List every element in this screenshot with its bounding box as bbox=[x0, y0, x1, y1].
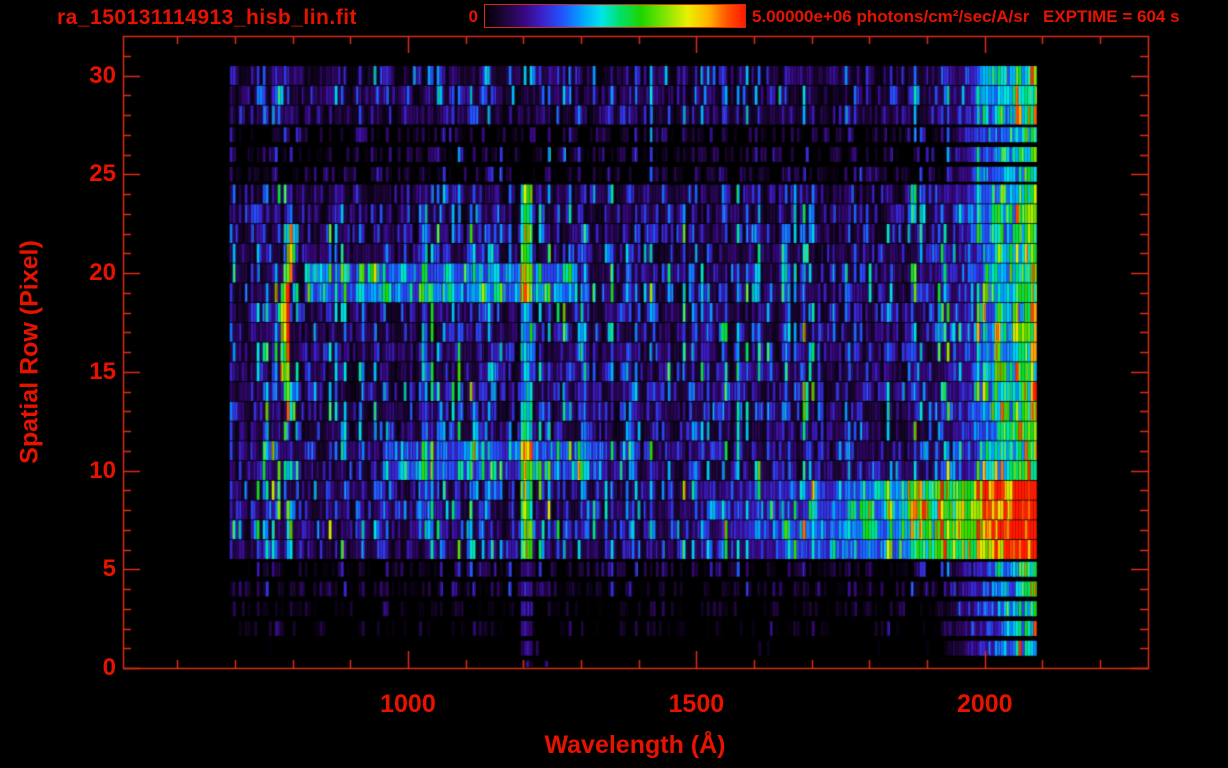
y-tick-label: 20 bbox=[89, 259, 116, 286]
y-tick-label: 15 bbox=[89, 357, 116, 385]
y-tick-label: 5 bbox=[102, 555, 116, 583]
x-tick-label: 1500 bbox=[668, 690, 725, 718]
y-axis-title: Spatial Row (Pixel) bbox=[15, 240, 44, 464]
y-tick-label: 0 bbox=[102, 654, 116, 681]
colorbar-gradient bbox=[484, 4, 746, 28]
x-axis-title: Wavelength (Å) bbox=[544, 731, 726, 759]
y-tick-label: 30 bbox=[89, 61, 116, 89]
x-tick-label: 1000 bbox=[380, 690, 436, 718]
spectrogram-plot-canvas bbox=[0, 0, 1228, 768]
y-tick-label: 25 bbox=[89, 160, 116, 188]
spectrogram-window: ra_150131114913_hisb_lin.fit 0 5.00000e+… bbox=[0, 0, 1228, 768]
file-title: ra_150131114913_hisb_lin.fit bbox=[57, 6, 358, 29]
colorbar-max-label: 5.00000e+06 photons/cm²/sec/A/sr bbox=[752, 7, 1030, 26]
colorbar-min-label: 0 bbox=[468, 7, 478, 26]
exptime-label: EXPTIME = 604 s bbox=[1043, 7, 1180, 26]
x-tick-label: 2000 bbox=[956, 690, 1013, 718]
y-tick-label: 10 bbox=[89, 456, 116, 484]
